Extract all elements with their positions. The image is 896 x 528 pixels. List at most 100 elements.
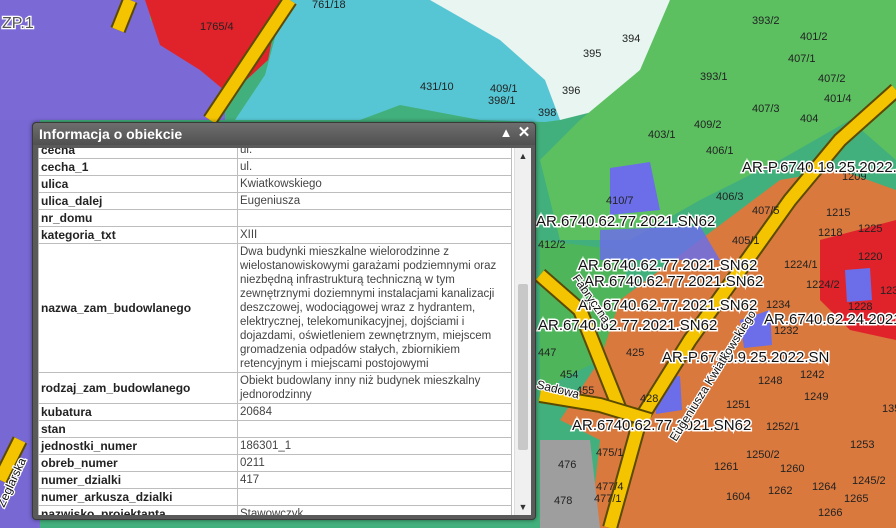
attribute-key: stan [38, 420, 238, 438]
parcel-number: 477/4 [596, 481, 624, 493]
parcel-number: 1245/2 [852, 475, 886, 487]
zone-label: ZP.1 [2, 15, 34, 32]
parcel-number: 393/2 [752, 15, 780, 27]
parcel-number: 477/1 [594, 493, 622, 505]
table-row: nazwa_zam_budowlanego Dwa budynki mieszka… [38, 243, 512, 373]
attribute-value [237, 209, 512, 227]
zone-grey [540, 440, 600, 528]
parcel-number: 1354 [882, 403, 896, 415]
attribute-value: ul. [237, 158, 512, 176]
table-row: cecha_1 ul. [38, 158, 512, 176]
attribute-key: cecha_1 [38, 158, 238, 176]
parcel-number: 1262 [768, 485, 792, 497]
parcel-number: 407/1 [788, 53, 816, 65]
attribute-key: nazwisko_projektanta [38, 505, 238, 515]
parcel-number: 1248 [758, 375, 782, 387]
attribute-key: cecha [38, 148, 238, 159]
attribute-key: nazwa_zam_budowlanego [38, 243, 238, 373]
decision-label: AR.6740.62.24.2021 [764, 311, 896, 328]
parcel-number: 447 [538, 347, 556, 359]
table-row: jednostki_numer 186301_1 [38, 437, 512, 455]
parcel-number: 1765/4 [200, 21, 234, 33]
parcel-number: 394 [622, 33, 640, 45]
parcel-number: 407/3 [752, 103, 780, 115]
attribute-value: Stawowczyk [237, 505, 512, 515]
attribute-value: Dwa budynki mieszkalne wielorodzinne z w… [237, 243, 512, 373]
parcel-number: 428 [640, 393, 658, 405]
parcel-number: 454 [560, 369, 578, 381]
decision-label: AR.6740.62.77.2021.SN62 [538, 317, 717, 334]
attribute-value: Eugeniusza [237, 192, 512, 210]
scroll-thumb[interactable] [518, 284, 528, 450]
parcel-number: 1230 [880, 285, 896, 297]
parcel-number: 406/1 [706, 145, 734, 157]
parcel-number: 1225 [858, 223, 882, 235]
parcel-number: 401/4 [824, 93, 852, 105]
attribute-value [237, 420, 512, 438]
table-row: cecha ul. [38, 148, 512, 159]
table-row: nr_domu [38, 209, 512, 227]
attribute-key: nr_domu [38, 209, 238, 227]
parcel-number: 409/2 [694, 119, 722, 131]
decision-label: AR-P.6740.19.25.2022.SN [742, 159, 896, 176]
decision-label: AR-P.6740.9.25.2022.SN [662, 349, 829, 366]
popup-body[interactable]: cecha ul. cecha_1 ul. ulica Kwiatkowskiego uli… [38, 148, 531, 515]
attribute-key: ulica_dalej [38, 192, 238, 210]
attribute-value: Obiekt budowlany inny niż budynek mieszk… [237, 372, 512, 404]
attribute-key: rodzaj_zam_budowlanego [38, 372, 238, 404]
object-info-popup[interactable]: Informacja o obiekcie ▲ ✕ cecha ul. cecha_… [32, 122, 536, 520]
attribute-key: kategoria_txt [38, 226, 238, 244]
parcel-number: 404 [800, 113, 818, 125]
parcel-number: 410/7 [606, 195, 634, 207]
parcel-number: 475/1 [596, 447, 624, 459]
parcel-number: 1260 [780, 463, 804, 475]
parcel-number: 1253 [850, 439, 874, 451]
table-row: nazwisko_projektanta Stawowczyk [38, 505, 512, 515]
attribute-value: 0211 [237, 454, 512, 472]
attribute-key: numer_dzialki [38, 471, 238, 489]
attribute-key: ulica [38, 175, 238, 193]
parcel-number: 412/2 [538, 239, 566, 251]
popup-header[interactable]: Informacja o obiekcie ▲ ✕ [33, 123, 535, 145]
parcel-number: 1261 [714, 461, 738, 473]
parcel-number: 1265 [844, 493, 868, 505]
parcel-number: 1251 [726, 399, 750, 411]
parcel-number: 393/1 [700, 71, 728, 83]
table-row: kubatura 20684 [38, 403, 512, 421]
attribute-value [237, 488, 512, 506]
attribute-value: ul. [237, 148, 512, 159]
parcel-number: 1218 [818, 227, 842, 239]
attribute-table: cecha ul. cecha_1 ul. ulica Kwiatkowskiego uli… [38, 148, 512, 515]
parcel-number: 1604 [726, 491, 750, 503]
parcel-number: 407/2 [818, 73, 846, 85]
decision-label: AR.6740.62.77.2021.SN62 [584, 273, 763, 290]
parcel-number: 1266 [818, 507, 842, 519]
decision-label: AR.6740.62.77.2021.SN62 [578, 257, 757, 274]
parcel-blue-5 [845, 268, 872, 302]
parcel-number: 761/18 [312, 0, 346, 11]
attribute-value: Kwiatkowskiego [237, 175, 512, 193]
parcel-number: 405/1 [732, 235, 760, 247]
table-row: ulica_dalej Eugeniusza [38, 192, 512, 210]
attribute-value: 20684 [237, 403, 512, 421]
scroll-down-arrow-icon[interactable]: ▼ [515, 499, 531, 515]
table-row: numer_arkusza_dzialki [38, 488, 512, 506]
parcel-number: 1264 [812, 481, 836, 493]
triangle-up-icon[interactable]: ▲ [499, 125, 513, 141]
parcel-number: 431/10 [420, 81, 454, 93]
parcel-number: 406/3 [716, 191, 744, 203]
parcel-number: 409/1 [490, 83, 518, 95]
scroll-up-arrow-icon[interactable]: ▲ [515, 148, 531, 164]
parcel-number: 1215 [826, 207, 850, 219]
parcel-number: 1224/2 [806, 279, 840, 291]
parcel-number: 398/1 [488, 95, 516, 107]
decision-label: AR.6740.62.77.2021.SN62 [572, 417, 751, 434]
table-row: numer_dzialki 417 [38, 471, 512, 489]
attribute-key: numer_arkusza_dzialki [38, 488, 238, 506]
parcel-number: 398 [538, 107, 556, 119]
scrollbar[interactable]: ▲ ▼ [514, 148, 531, 515]
parcel-number: 407/5 [752, 205, 780, 217]
close-x-icon[interactable]: ✕ [517, 125, 531, 141]
parcel-number: 476 [558, 459, 576, 471]
attribute-key: jednostki_numer [38, 437, 238, 455]
